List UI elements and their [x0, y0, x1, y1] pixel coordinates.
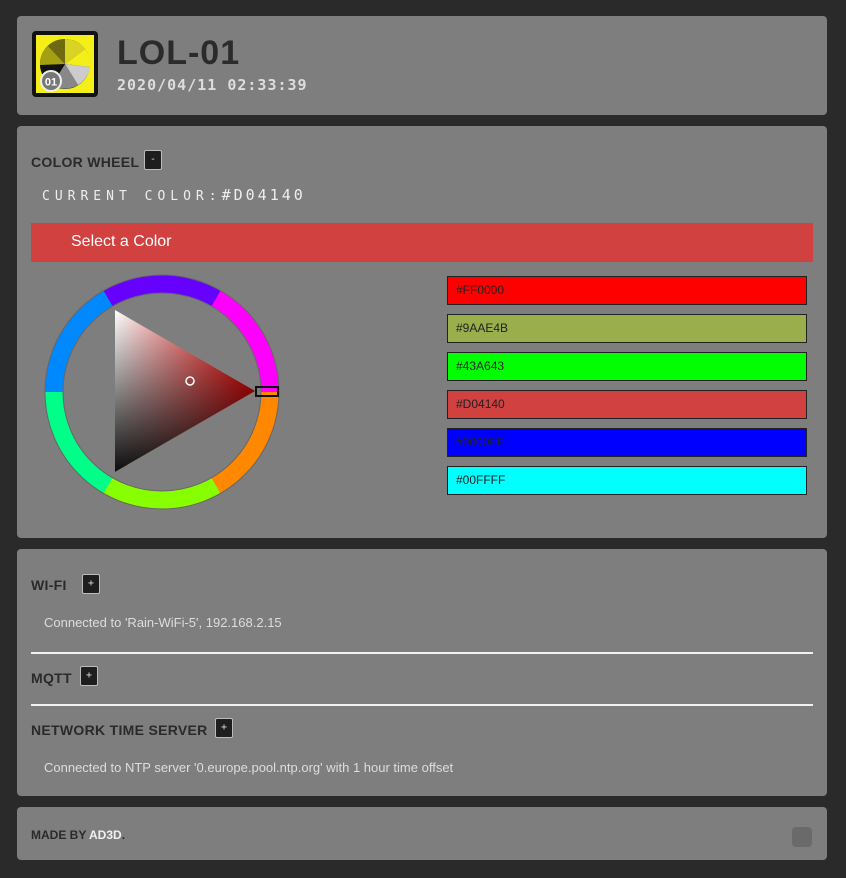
ntp-status: Connected to NTP server '0.europe.pool.n… [44, 760, 454, 775]
divider [31, 652, 813, 654]
ntp-title: NETWORK TIME SERVER [31, 722, 208, 738]
select-color-bar[interactable]: Select a Color [31, 223, 813, 262]
current-color: CURRENT COLOR:#D04140 [42, 186, 306, 204]
made-by-label: MADE BY [31, 828, 87, 842]
wifi-expand-button[interactable]: + [82, 574, 100, 594]
made-by-suffix: . [121, 828, 126, 842]
swatch-1[interactable]: #FF0000 [447, 276, 807, 305]
swatch-2[interactable]: #9AAE4B [447, 314, 807, 343]
logo-badge: 01 [45, 77, 57, 89]
wifi-status: Connected to 'Rain-WiFi-5', 192.168.2.15 [44, 615, 282, 630]
divider [31, 704, 813, 706]
device-name: LOL-01 [117, 34, 241, 72]
header-panel: 01 LOL-01 2020/04/11 02:33:39 [17, 16, 827, 115]
hue-ring[interactable] [44, 274, 280, 510]
device-logo: 01 [32, 31, 98, 97]
pie-logo-icon: 01 [39, 39, 91, 92]
brand-link[interactable]: AD3D [89, 828, 122, 842]
device-timestamp: 2020/04/11 02:33:39 [117, 76, 308, 94]
current-color-label: CURRENT COLOR: [42, 189, 222, 204]
select-color-label: Select a Color [71, 233, 172, 250]
mqtt-title: MQTT [31, 670, 72, 686]
current-color-value: #D04140 [221, 186, 306, 204]
color-wheel-collapse-button[interactable]: - [144, 150, 162, 170]
network-panel: WI-FI + Connected to 'Rain-WiFi-5', 192.… [17, 549, 827, 796]
color-wheel-title: COLOR WHEEL [31, 154, 140, 170]
swatch-3[interactable]: #43A643 [447, 352, 807, 381]
swatch-4[interactable]: #D04140 [447, 390, 807, 419]
made-by-text: MADE BY AD3D. [31, 828, 125, 842]
ntp-expand-button[interactable]: + [215, 718, 233, 738]
swatch-6[interactable]: #00FFFF [447, 466, 807, 495]
wifi-title: WI-FI [31, 577, 67, 593]
color-wheel-panel: COLOR WHEEL - CURRENT COLOR:#D04140 Sele… [17, 126, 827, 538]
footer-panel: MADE BY AD3D. [17, 807, 827, 860]
swatch-5[interactable]: #0000FF [447, 428, 807, 457]
footer-button[interactable] [792, 827, 812, 847]
mqtt-expand-button[interactable]: + [80, 666, 98, 686]
